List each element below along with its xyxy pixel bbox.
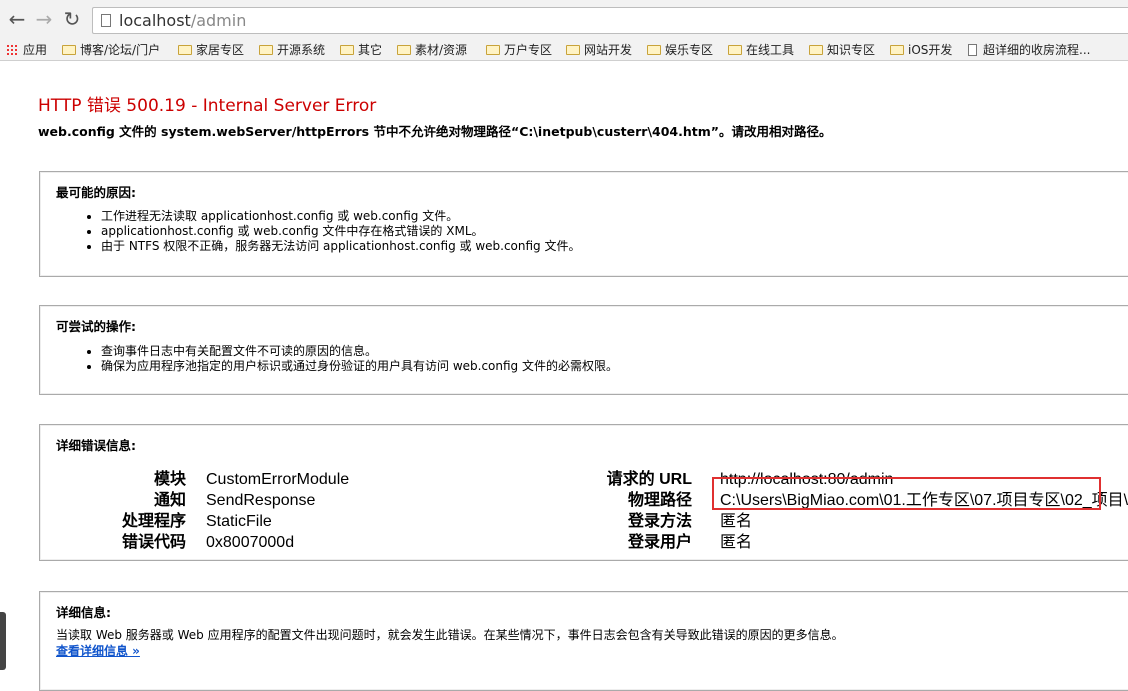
bookmark-folder[interactable]: iOS开发 bbox=[890, 41, 952, 59]
bookmark-apps[interactable]: 应用 bbox=[6, 41, 47, 59]
bookmark-folder[interactable]: 万户专区 bbox=[486, 41, 552, 59]
highlight-annotation bbox=[712, 477, 1101, 510]
bookmark-folder[interactable]: 家居专区 bbox=[178, 41, 244, 59]
folder-icon bbox=[397, 45, 411, 55]
more-info-heading: 详细信息: bbox=[56, 605, 111, 620]
detail-value: 0x8007000d bbox=[206, 534, 295, 551]
detail-label: 登录用户 bbox=[627, 534, 692, 551]
page-icon bbox=[101, 14, 111, 27]
actions-list: 查询事件日志中有关配置文件不可读的原因的信息。 确保为应用程序池指定的用户标识或… bbox=[85, 344, 618, 374]
detail-label: 错误代码 bbox=[121, 534, 186, 551]
more-info-link[interactable]: 查看详细信息 » bbox=[56, 642, 140, 659]
details-heading: 详细错误信息: bbox=[56, 438, 136, 453]
detail-row: 登录用户 匿名 bbox=[580, 528, 752, 552]
bookmark-folder[interactable]: 娱乐专区 bbox=[647, 41, 713, 59]
bookmark-folder[interactable]: 开源系统 bbox=[259, 41, 325, 59]
more-info-box: 详细信息: 当读取 Web 服务器或 Web 应用程序的配置文件出现问题时，就会… bbox=[39, 591, 1128, 691]
bookmark-page[interactable]: 超详细的收房流程... bbox=[968, 41, 1090, 59]
folder-icon bbox=[62, 45, 76, 55]
page-icon bbox=[968, 44, 977, 56]
causes-heading: 最可能的原因: bbox=[56, 185, 136, 200]
causes-list: 工作进程无法读取 applicationhost.config 或 web.co… bbox=[85, 209, 581, 254]
actions-box: 可尝试的操作: 查询事件日志中有关配置文件不可读的原因的信息。 确保为应用程序池… bbox=[39, 305, 1128, 395]
error-title: HTTP 错误 500.19 - Internal Server Error bbox=[38, 96, 377, 116]
folder-icon bbox=[647, 45, 661, 55]
folder-icon bbox=[178, 45, 192, 55]
folder-icon bbox=[340, 45, 354, 55]
page-content: HTTP 错误 500.19 - Internal Server Error w… bbox=[0, 61, 1128, 691]
address-bar[interactable]: localhost/admin bbox=[92, 7, 1128, 34]
list-item: applicationhost.config 或 web.config 文件中存… bbox=[101, 224, 581, 239]
apps-grid-icon bbox=[6, 44, 18, 56]
causes-box: 最可能的原因: 工作进程无法读取 applicationhost.config … bbox=[39, 171, 1128, 277]
bookmark-folder[interactable]: 在线工具 bbox=[728, 41, 794, 59]
bookmark-folder[interactable]: 其它 bbox=[340, 41, 382, 59]
detail-value: 匿名 bbox=[720, 534, 753, 551]
more-info-text: 当读取 Web 服务器或 Web 应用程序的配置文件出现问题时，就会发生此错误。… bbox=[56, 628, 844, 642]
folder-icon bbox=[486, 45, 500, 55]
list-item: 查询事件日志中有关配置文件不可读的原因的信息。 bbox=[101, 344, 618, 359]
error-description: web.config 文件的 system.webServer/httpErro… bbox=[38, 124, 832, 139]
folder-icon bbox=[890, 45, 904, 55]
address-url: localhost/admin bbox=[119, 11, 247, 30]
folder-icon bbox=[259, 45, 273, 55]
actions-heading: 可尝试的操作: bbox=[56, 319, 136, 334]
back-arrow-icon[interactable]: ← bbox=[6, 8, 28, 30]
reload-icon[interactable]: ↻ bbox=[61, 8, 83, 30]
list-item: 由于 NTFS 权限不正确，服务器无法访问 applicationhost.co… bbox=[101, 239, 581, 254]
side-panel-handle[interactable] bbox=[0, 612, 6, 670]
list-item: 工作进程无法读取 applicationhost.config 或 web.co… bbox=[101, 209, 581, 224]
forward-arrow-icon[interactable]: → bbox=[33, 8, 55, 30]
folder-icon bbox=[566, 45, 580, 55]
folder-icon bbox=[728, 45, 742, 55]
bookmark-folder[interactable]: 知识专区 bbox=[809, 41, 875, 59]
bookmark-folder[interactable]: 博客/论坛/门户 bbox=[62, 41, 160, 59]
bookmark-folder[interactable]: 网站开发 bbox=[566, 41, 632, 59]
bookmarks-bar: 应用 博客/论坛/门户 家居专区 开源系统 其它 素材/资源 万户专区 网站开发… bbox=[0, 40, 1128, 61]
folder-icon bbox=[809, 45, 823, 55]
browser-toolbar: ← → ↻ localhost/admin bbox=[0, 0, 1128, 40]
bookmark-folder[interactable]: 素材/资源 bbox=[397, 41, 467, 59]
list-item: 确保为应用程序池指定的用户标识或通过身份验证的用户具有访问 web.config… bbox=[101, 359, 618, 374]
detail-row: 错误代码 0x8007000d bbox=[60, 528, 294, 552]
